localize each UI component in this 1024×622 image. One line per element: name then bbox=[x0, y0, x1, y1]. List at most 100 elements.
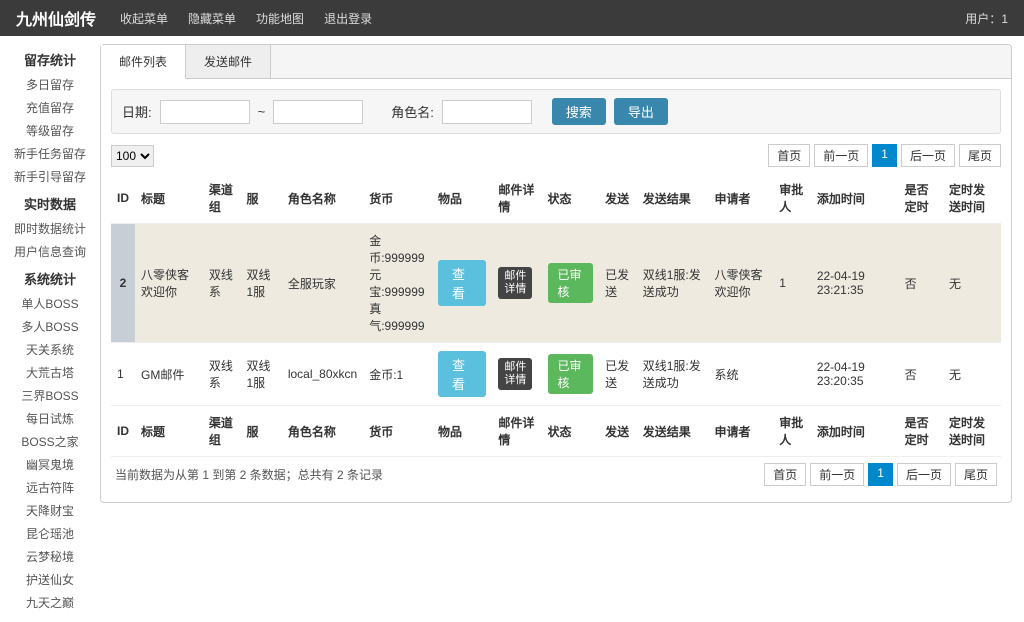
mail-detail-button[interactable]: 邮件详情 bbox=[498, 358, 532, 390]
mail-detail-button[interactable]: 邮件详情 bbox=[498, 267, 532, 299]
sidebar-item[interactable]: 天降财宝 bbox=[0, 499, 100, 522]
nav-map[interactable]: 功能地图 bbox=[256, 10, 304, 27]
role-input[interactable] bbox=[442, 100, 532, 124]
main: 邮件列表 发送邮件 日期: ~ 角色名: 搜索 导出 100 首页 bbox=[100, 36, 1024, 622]
sidebar-item[interactable]: 护送仙女 bbox=[0, 568, 100, 591]
sidebar-group-title: 留存统计 bbox=[0, 50, 100, 69]
sidebar-item[interactable]: 新手任务留存 bbox=[0, 142, 100, 165]
sidebar-item[interactable]: 天关系统 bbox=[0, 338, 100, 361]
table-row: 2 八零侠客欢迎你 双线系双线1服全服玩家金币:999999 元宝:999999 真… bbox=[111, 224, 1001, 343]
col-header: 服 bbox=[240, 406, 281, 457]
col-header: 发送结果 bbox=[637, 173, 709, 224]
sidebar: 留存统计多日留存充值留存等级留存新手任务留存新手引导留存实时数据即时数据统计用户… bbox=[0, 36, 100, 622]
status-button[interactable]: 已审核 bbox=[548, 263, 594, 303]
sidebar-item[interactable]: 单人BOSS bbox=[0, 292, 100, 315]
sidebar-item[interactable]: 多日留存 bbox=[0, 73, 100, 96]
panel: 邮件列表 发送邮件 日期: ~ 角色名: 搜索 导出 100 首页 bbox=[100, 44, 1012, 503]
cell: 已发送 bbox=[599, 343, 637, 406]
col-header: 服 bbox=[240, 173, 281, 224]
col-header: 状态 bbox=[542, 406, 600, 457]
col-header: ID bbox=[111, 406, 135, 457]
sidebar-item[interactable]: 九天之巅 bbox=[0, 591, 100, 614]
nav-logout[interactable]: 退出登录 bbox=[324, 10, 372, 27]
sidebar-item[interactable]: 大荒古塔 bbox=[0, 361, 100, 384]
pager-first[interactable]: 首页 bbox=[764, 463, 806, 486]
date-label: 日期: bbox=[122, 102, 152, 121]
mail-table: ID标题渠道组服角色名称货币物品邮件详情状态发送发送结果申请者审批人添加时间是否… bbox=[111, 173, 1001, 457]
pager-prev[interactable]: 前一页 bbox=[810, 463, 864, 486]
toolbar-top: 100 首页 前一页 1 后一页 尾页 bbox=[111, 144, 1001, 167]
status-button[interactable]: 已审核 bbox=[548, 354, 594, 394]
nav-hide[interactable]: 隐藏菜单 bbox=[188, 10, 236, 27]
tab-mail-list[interactable]: 邮件列表 bbox=[101, 45, 186, 79]
pager-next[interactable]: 后一页 bbox=[901, 144, 955, 167]
sidebar-item[interactable]: 新手引导留存 bbox=[0, 165, 100, 188]
filter-row: 日期: ~ 角色名: 搜索 导出 bbox=[111, 89, 1001, 134]
record-info: 当前数据为从第 1 到第 2 条数据；总共有 2 条记录 bbox=[115, 466, 383, 483]
search-button[interactable]: 搜索 bbox=[552, 98, 606, 125]
sidebar-item[interactable]: 多人BOSS bbox=[0, 315, 100, 338]
pager-top: 首页 前一页 1 后一页 尾页 bbox=[768, 144, 1001, 167]
col-header: 渠道组 bbox=[203, 406, 241, 457]
col-header: 是否定时 bbox=[899, 406, 943, 457]
col-header: 发送 bbox=[599, 173, 637, 224]
nav-collapse[interactable]: 收起菜单 bbox=[120, 10, 168, 27]
footer-bar: 当前数据为从第 1 到第 2 条数据；总共有 2 条记录 首页 前一页 1 后一… bbox=[111, 457, 1001, 492]
sidebar-item[interactable]: 昆仑瑶池 bbox=[0, 522, 100, 545]
page-size-select[interactable]: 100 bbox=[111, 145, 154, 167]
sidebar-item[interactable]: 用户信息查询 bbox=[0, 240, 100, 263]
pager-page-1[interactable]: 1 bbox=[872, 144, 897, 167]
sidebar-item[interactable]: 云梦秘境 bbox=[0, 545, 100, 568]
col-header: 申请者 bbox=[709, 173, 774, 224]
cell: 双线1服:发送成功 bbox=[637, 343, 709, 406]
cell: 1 bbox=[773, 224, 811, 343]
tab-send-mail[interactable]: 发送邮件 bbox=[186, 45, 271, 78]
cell: 金币:999999 元宝:999999 真气:999999 bbox=[363, 224, 432, 343]
col-header: 物品 bbox=[432, 173, 492, 224]
sidebar-item[interactable]: 三界BOSS bbox=[0, 384, 100, 407]
date-to-input[interactable] bbox=[273, 100, 363, 124]
date-from-input[interactable] bbox=[160, 100, 250, 124]
pager-last[interactable]: 尾页 bbox=[959, 144, 1001, 167]
brand: 九州仙剑传 bbox=[16, 6, 96, 30]
sidebar-item[interactable]: BOSS之家 bbox=[0, 430, 100, 453]
sidebar-item[interactable]: 等级留存 bbox=[0, 119, 100, 142]
view-item-button[interactable]: 查看 bbox=[438, 351, 486, 397]
tabs: 邮件列表 发送邮件 bbox=[101, 45, 1011, 79]
view-item-button[interactable]: 查看 bbox=[438, 260, 486, 306]
pager-bottom: 首页 前一页 1 后一页 尾页 bbox=[764, 463, 997, 486]
sidebar-item[interactable]: 充值留存 bbox=[0, 96, 100, 119]
col-header: 货币 bbox=[363, 406, 432, 457]
role-label: 角色名: bbox=[391, 102, 434, 121]
export-button[interactable]: 导出 bbox=[614, 98, 668, 125]
cell: 否 bbox=[899, 343, 943, 406]
cell: 已发送 bbox=[599, 224, 637, 343]
col-header: 审批人 bbox=[773, 406, 811, 457]
sidebar-item[interactable]: 每日试炼 bbox=[0, 407, 100, 430]
cell: 全服玩家 bbox=[282, 224, 363, 343]
cell: 八零侠客欢迎你 bbox=[709, 224, 774, 343]
cell: 系统 bbox=[709, 343, 774, 406]
cell: 无 bbox=[943, 224, 1001, 343]
col-header: 标题 bbox=[135, 173, 203, 224]
cell: 2 bbox=[111, 224, 135, 343]
col-header: 发送结果 bbox=[637, 406, 709, 457]
col-header: 添加时间 bbox=[811, 406, 899, 457]
pager-last[interactable]: 尾页 bbox=[955, 463, 997, 486]
cell: 双线系 bbox=[203, 224, 241, 343]
col-header: 审批人 bbox=[773, 173, 811, 224]
col-header: 邮件详情 bbox=[492, 406, 541, 457]
sidebar-item[interactable]: 远古符阵 bbox=[0, 476, 100, 499]
cell: 双线1服 bbox=[240, 224, 281, 343]
sidebar-item[interactable]: 幽冥鬼境 bbox=[0, 453, 100, 476]
col-header: 申请者 bbox=[709, 406, 774, 457]
pager-next[interactable]: 后一页 bbox=[897, 463, 951, 486]
cell: 双线1服 bbox=[240, 343, 281, 406]
col-header: 角色名称 bbox=[282, 173, 363, 224]
pager-page-1[interactable]: 1 bbox=[868, 463, 893, 486]
sidebar-item[interactable]: 即时数据统计 bbox=[0, 217, 100, 240]
pager-prev[interactable]: 前一页 bbox=[814, 144, 868, 167]
user-info: 用户：1 bbox=[965, 10, 1008, 27]
col-header: 邮件详情 bbox=[492, 173, 541, 224]
pager-first[interactable]: 首页 bbox=[768, 144, 810, 167]
